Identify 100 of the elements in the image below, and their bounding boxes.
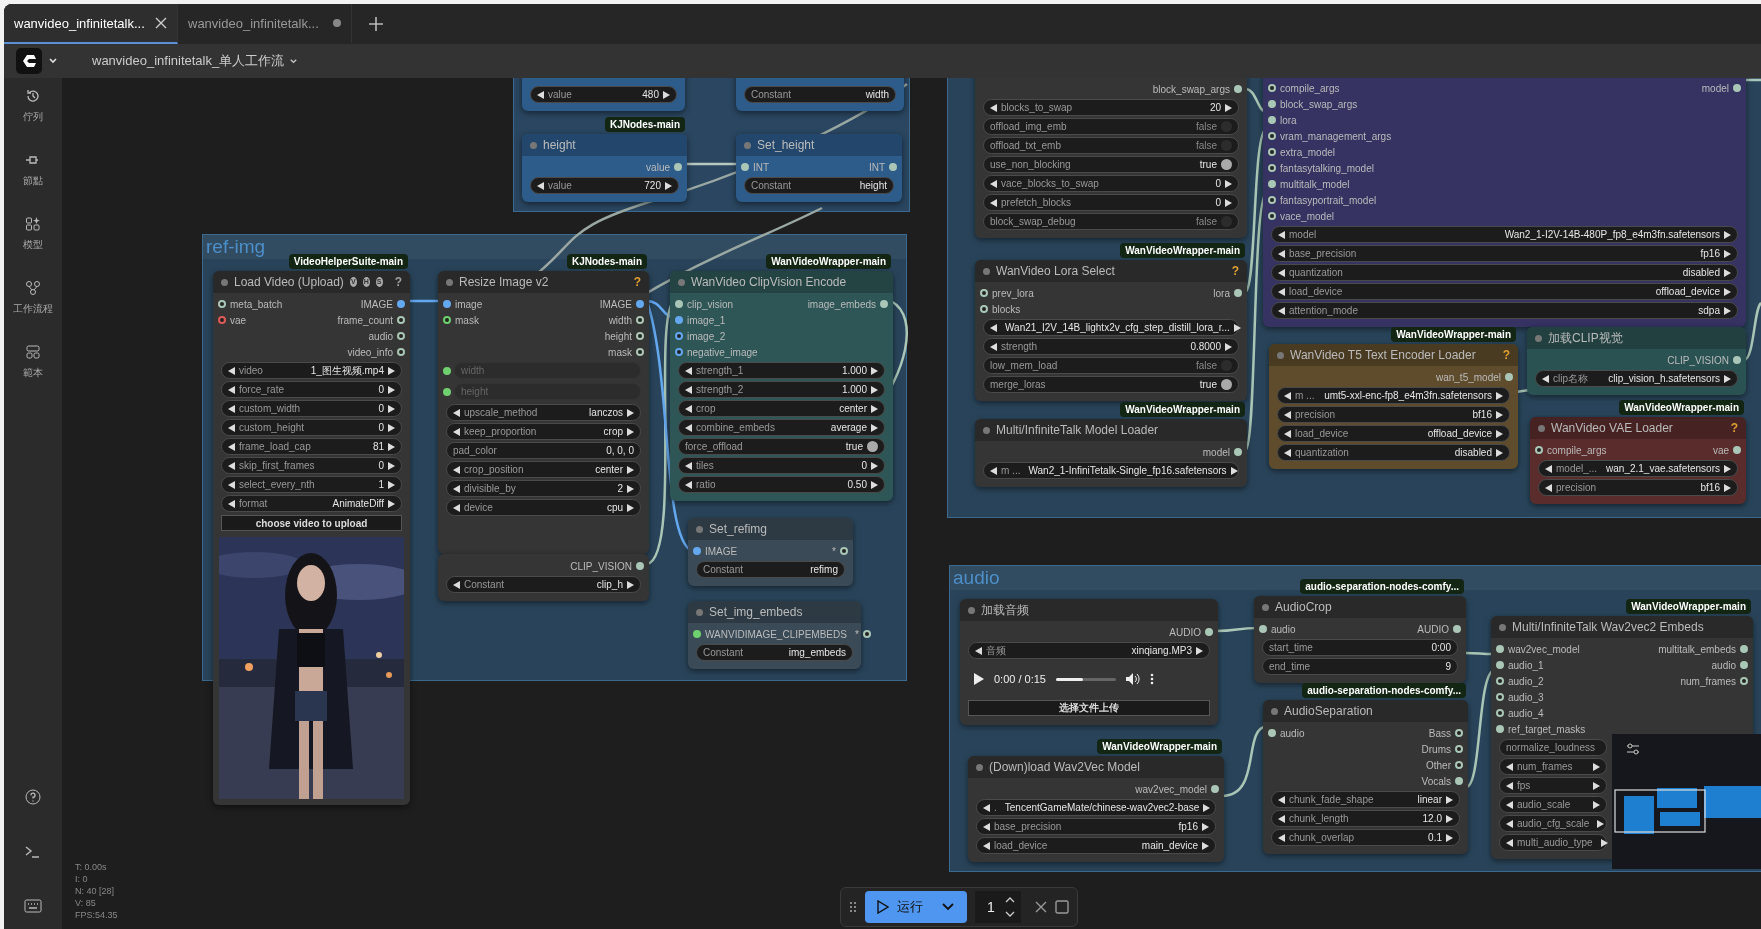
right-arrow-icon[interactable] bbox=[663, 90, 670, 99]
value-stepper[interactable]: strength 0.8000 bbox=[983, 338, 1239, 355]
right-arrow-icon[interactable] bbox=[871, 385, 878, 394]
value-stepper[interactable]: custom_width 0 bbox=[221, 400, 402, 417]
value-stepper[interactable]: force_rate 0 bbox=[221, 381, 402, 398]
value-stepper[interactable]: load_device offload_device bbox=[1277, 425, 1510, 442]
right-arrow-icon[interactable] bbox=[1724, 268, 1731, 277]
value-stepper[interactable]: base_precision fp16 bbox=[976, 818, 1216, 835]
output-socket[interactable] bbox=[1455, 777, 1463, 785]
input-socket[interactable] bbox=[218, 300, 226, 308]
left-arrow-icon[interactable] bbox=[975, 646, 982, 655]
input-socket[interactable] bbox=[1496, 661, 1504, 669]
left-arrow-icon[interactable] bbox=[990, 198, 997, 207]
value-stepper[interactable]: crop center bbox=[678, 400, 885, 417]
output-socket[interactable] bbox=[1234, 85, 1242, 93]
value-stepper[interactable]: format AnimateDiff bbox=[221, 495, 402, 512]
left-arrow-icon[interactable] bbox=[228, 366, 235, 375]
left-arrow-icon[interactable] bbox=[990, 103, 997, 112]
value-stepper[interactable]: Constant clip_h bbox=[446, 576, 641, 593]
left-arrow-icon[interactable] bbox=[1545, 483, 1552, 492]
right-arrow-icon[interactable] bbox=[1597, 819, 1605, 828]
left-arrow-icon[interactable] bbox=[228, 480, 235, 489]
more-icon[interactable] bbox=[1150, 673, 1154, 685]
input-socket[interactable] bbox=[1259, 625, 1267, 633]
left-arrow-icon[interactable] bbox=[1278, 268, 1285, 277]
left-arrow-icon[interactable] bbox=[228, 442, 235, 451]
toggle-switch[interactable]: offload_txt_emb false bbox=[983, 137, 1239, 154]
right-arrow-icon[interactable] bbox=[1203, 803, 1211, 812]
value-stepper[interactable]: quantization disabled bbox=[1271, 264, 1738, 281]
output-socket[interactable] bbox=[840, 547, 848, 555]
right-arrow-icon[interactable] bbox=[1230, 466, 1238, 475]
node-header[interactable]: Multi/InfiniteTalk Wav2vec2 Embeds bbox=[1491, 616, 1753, 638]
value-stepper[interactable]: m ... umt5-xxl-enc-fp8_e4m3fn.safetensors bbox=[1277, 387, 1510, 404]
right-arrow-icon[interactable] bbox=[1724, 230, 1731, 239]
value-stepper[interactable]: frame_load_cap 81 bbox=[221, 438, 402, 455]
output-socket[interactable] bbox=[1505, 373, 1513, 381]
keyboard-icon[interactable] bbox=[24, 899, 42, 913]
help-mark[interactable]: ? bbox=[1231, 264, 1239, 278]
right-arrow-icon[interactable] bbox=[1593, 800, 1600, 809]
right-arrow-icon[interactable] bbox=[665, 181, 672, 190]
value-stepper[interactable]: select_every_nth 1 bbox=[221, 476, 402, 493]
right-arrow-icon[interactable] bbox=[388, 480, 395, 489]
left-arrow-icon[interactable] bbox=[990, 323, 997, 332]
input-socket[interactable] bbox=[443, 387, 451, 396]
right-arrow-icon[interactable] bbox=[1593, 762, 1600, 771]
collapse-dot-icon[interactable] bbox=[968, 606, 975, 614]
left-arrow-icon[interactable] bbox=[990, 466, 997, 475]
input-socket[interactable] bbox=[443, 300, 451, 308]
node-header[interactable]: 加载CLIP视觉 bbox=[1527, 327, 1746, 349]
output-socket[interactable] bbox=[636, 316, 644, 324]
node-header[interactable]: WanVideo T5 Text Encoder Loader ? bbox=[1269, 344, 1518, 366]
left-arrow-icon[interactable] bbox=[990, 179, 997, 188]
value-stepper[interactable]: video 1_图生视频.mp4 bbox=[221, 362, 402, 379]
left-arrow-icon[interactable] bbox=[685, 461, 692, 470]
right-arrow-icon[interactable] bbox=[1724, 483, 1731, 492]
input-socket[interactable] bbox=[443, 366, 451, 375]
output-socket[interactable] bbox=[1211, 785, 1219, 793]
right-arrow-icon[interactable] bbox=[1600, 838, 1608, 847]
right-arrow-icon[interactable] bbox=[1202, 841, 1209, 850]
right-arrow-icon[interactable] bbox=[1446, 814, 1453, 823]
toggle-switch[interactable]: use_non_blocking true bbox=[983, 156, 1239, 173]
input-socket[interactable] bbox=[693, 630, 701, 638]
left-arrow-icon[interactable] bbox=[453, 503, 460, 512]
left-arrow-icon[interactable] bbox=[1542, 374, 1549, 383]
input-socket[interactable] bbox=[1268, 132, 1276, 140]
input-socket[interactable] bbox=[218, 316, 226, 324]
right-arrow-icon[interactable] bbox=[1724, 374, 1731, 383]
node-header[interactable]: Set_refimg bbox=[688, 518, 853, 540]
right-arrow-icon[interactable] bbox=[1496, 429, 1503, 438]
value-stepper[interactable]: quantization disabled bbox=[1277, 444, 1510, 461]
output-socket[interactable] bbox=[397, 300, 405, 308]
output-socket[interactable] bbox=[1455, 761, 1463, 769]
value-stepper[interactable]: value 720 bbox=[530, 177, 679, 194]
help-icon[interactable] bbox=[25, 789, 41, 805]
right-arrow-icon[interactable] bbox=[1446, 833, 1453, 842]
help-mark[interactable]: ? bbox=[633, 275, 641, 289]
toggle-switch[interactable]: block_swap_debug false bbox=[983, 213, 1239, 230]
value-stepper[interactable]: crop_position center bbox=[446, 461, 641, 478]
sidebar-item[interactable]: 工作流程 bbox=[13, 280, 53, 316]
right-arrow-icon[interactable] bbox=[871, 480, 878, 489]
right-arrow-icon[interactable] bbox=[627, 503, 634, 512]
right-arrow-icon[interactable] bbox=[388, 423, 395, 432]
value-stepper[interactable]: . TencentGameMate/chinese-wav2vec2-base bbox=[976, 799, 1216, 816]
close-icon[interactable] bbox=[1034, 901, 1047, 913]
upload-button[interactable]: choose video to upload bbox=[221, 515, 402, 531]
input-socket[interactable] bbox=[1268, 180, 1276, 188]
output-socket[interactable] bbox=[1733, 84, 1741, 92]
left-arrow-icon[interactable] bbox=[685, 480, 692, 489]
right-arrow-icon[interactable] bbox=[1196, 646, 1203, 655]
value-stepper[interactable]: strength_2 1.000 bbox=[678, 381, 885, 398]
output-socket[interactable] bbox=[1740, 661, 1748, 669]
node-header[interactable]: 加载音频 bbox=[960, 599, 1218, 621]
right-arrow-icon[interactable] bbox=[1593, 781, 1600, 790]
volume-icon[interactable] bbox=[1126, 673, 1140, 685]
output-socket[interactable] bbox=[889, 163, 897, 171]
value-stepper[interactable]: clip名称 clip_vision_h.safetensors bbox=[1535, 370, 1738, 387]
value-stepper[interactable]: load_device main_device bbox=[976, 837, 1216, 854]
left-arrow-icon[interactable] bbox=[1278, 795, 1285, 804]
collapse-dot-icon[interactable] bbox=[1271, 707, 1278, 715]
value-stepper[interactable]: upscale_method lanczos bbox=[446, 404, 641, 421]
